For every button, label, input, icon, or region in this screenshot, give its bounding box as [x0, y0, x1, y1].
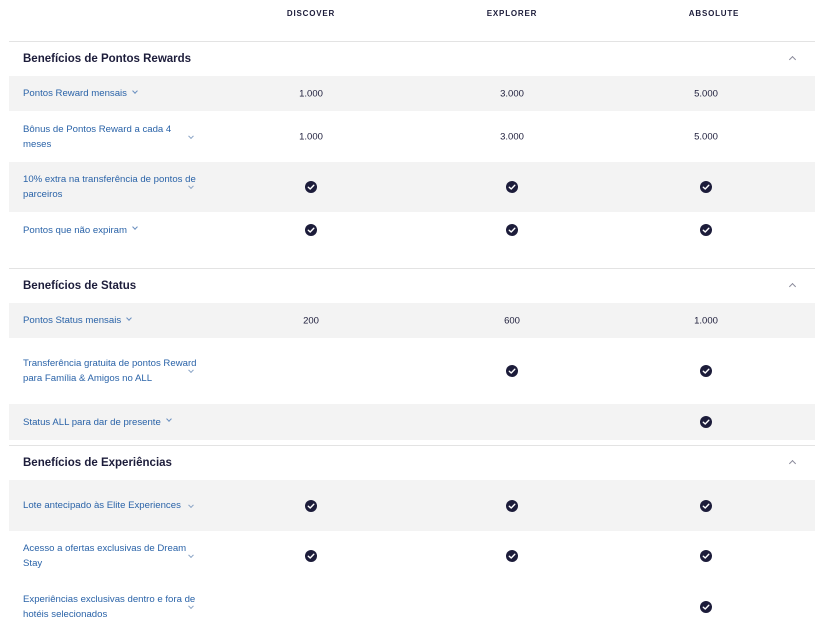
- benefit-expand-toggle[interactable]: Transferência gratuita de pontos Reward …: [23, 338, 198, 404]
- benefit-label: Experiências exclusivas dentro e fora de…: [23, 593, 196, 620]
- benefit-row: Pontos que não expiram: [9, 212, 815, 248]
- check-circle-icon: [506, 365, 518, 377]
- benefit-row: Bônus de Pontos Reward a cada 4 meses 1.0…: [9, 111, 815, 162]
- benefit-label: Transferência gratuita de pontos Reward …: [23, 358, 197, 384]
- benefit-label: 10% extra na transferência de pontos de …: [23, 174, 196, 200]
- benefit-value: 3.000: [500, 88, 524, 99]
- benefit-value: 5.000: [694, 88, 718, 99]
- section-title: Benefícios de Status: [23, 280, 137, 292]
- benefit-label: Status ALL para dar de presente: [23, 416, 161, 428]
- benefit-expand-toggle[interactable]: Experiências exclusivas dentro e fora de…: [23, 581, 198, 632]
- benefit-value: 5.000: [694, 131, 718, 142]
- benefit-expand-toggle[interactable]: Pontos que não expiram: [23, 212, 138, 248]
- section-title: Benefícios de Experiências: [23, 457, 172, 469]
- chevron-down-icon: [132, 224, 138, 230]
- chevron-up-icon[interactable]: [788, 459, 797, 468]
- check-circle-icon: [305, 224, 317, 236]
- section-header-toggle[interactable]: Benefícios de Pontos Rewards: [9, 41, 815, 77]
- section-1: Benefícios de Pontos Rewards Pontos Rewar…: [9, 41, 815, 248]
- benefit-label: Lote antecipado às Elite Experiences: [23, 500, 181, 511]
- check-circle-icon: [700, 416, 712, 428]
- benefit-expand-toggle[interactable]: Lote antecipado às Elite Experiences: [23, 480, 198, 531]
- tiers-header: DISCOVER EXPLORER ABSOLUTE: [0, 0, 820, 30]
- chevron-down-icon: [126, 314, 132, 321]
- benefit-value: 1.000: [299, 131, 323, 142]
- benefit-label: Pontos Reward mensais: [23, 88, 127, 99]
- section-2: Benefícios de Status Pontos Status mensai…: [9, 268, 815, 440]
- chevron-down-icon: [132, 87, 138, 94]
- tier-discover: DISCOVER: [286, 9, 336, 18]
- check-circle-icon: [305, 499, 317, 512]
- benefit-expand-toggle[interactable]: Bônus de Pontos Reward a cada 4 meses: [23, 111, 198, 162]
- check-circle-icon: [305, 181, 317, 193]
- benefit-row: Acesso a ofertas exclusivas de Dream Sta…: [9, 531, 815, 581]
- benefit-value: 600: [504, 315, 520, 326]
- benefit-expand-toggle[interactable]: Acesso a ofertas exclusivas de Dream Sta…: [23, 531, 198, 581]
- benefit-row: Status ALL para dar de presente: [9, 404, 815, 440]
- benefit-value: 1.000: [694, 315, 718, 326]
- check-circle-icon: [700, 499, 712, 512]
- check-circle-icon: [506, 550, 518, 562]
- benefit-row: 10% extra na transferência de pontos de …: [9, 162, 815, 212]
- benefit-label: Acesso a ofertas exclusivas de Dream Sta…: [23, 543, 187, 569]
- benefit-expand-toggle[interactable]: Status ALL para dar de presente: [23, 404, 172, 440]
- chevron-down-icon: [165, 416, 172, 422]
- benefit-row: Lote antecipado às Elite Experiences: [9, 480, 815, 531]
- benefit-label: Pontos Status mensais: [23, 315, 122, 326]
- check-circle-icon: [506, 499, 518, 512]
- section-title: Benefícios de Pontos Rewards: [23, 53, 192, 65]
- section-3: Benefícios de Experiências Lote antecipad…: [9, 445, 815, 632]
- check-circle-icon: [506, 181, 518, 193]
- benefit-expand-toggle[interactable]: Pontos Reward mensais: [23, 76, 138, 111]
- benefit-value: 200: [303, 315, 319, 326]
- check-circle-icon: [700, 365, 712, 377]
- benefit-row: Pontos Reward mensais 1.000 3.000 5.000: [9, 76, 815, 111]
- check-circle-icon: [700, 550, 712, 562]
- benefit-row: Pontos Status mensais 200 600 1.000: [9, 303, 815, 338]
- tier-absolute: ABSOLUTE: [688, 9, 740, 18]
- benefit-value: 3.000: [500, 131, 524, 142]
- check-circle-icon: [700, 224, 712, 236]
- check-circle-icon: [506, 224, 518, 236]
- check-circle-icon: [700, 600, 712, 613]
- benefit-label: Bônus de Pontos Reward a cada 4 meses: [23, 123, 172, 150]
- tier-explorer: EXPLORER: [486, 9, 538, 18]
- benefit-value: 1.000: [299, 88, 323, 99]
- section-header-toggle[interactable]: Benefícios de Status: [9, 268, 815, 304]
- benefit-row: Transferência gratuita de pontos Reward …: [9, 338, 815, 404]
- benefit-row: Experiências exclusivas dentro e fora de…: [9, 581, 815, 632]
- check-circle-icon: [700, 181, 712, 193]
- benefit-expand-toggle[interactable]: 10% extra na transferência de pontos de …: [23, 162, 198, 212]
- check-circle-icon: [305, 550, 317, 562]
- benefit-expand-toggle[interactable]: Pontos Status mensais: [23, 303, 132, 338]
- benefit-label: Pontos que não expiram: [23, 224, 127, 236]
- chevron-up-icon[interactable]: [788, 55, 797, 64]
- section-header-toggle[interactable]: Benefícios de Experiências: [9, 445, 815, 481]
- chevron-up-icon[interactable]: [788, 282, 797, 291]
